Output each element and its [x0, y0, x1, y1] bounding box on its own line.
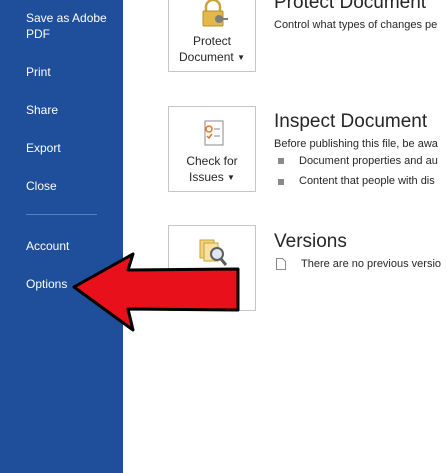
check-button-label-1: Check for	[186, 154, 238, 168]
versions-title: Versions	[274, 231, 347, 252]
inspect-document-description: Before publishing this file, be awa	[274, 138, 438, 150]
lock-key-icon	[202, 0, 228, 27]
checklist-icon	[204, 120, 224, 146]
versions-description: There are no previous versio	[301, 258, 442, 270]
document-magnifier-icon	[199, 239, 228, 266]
nav-options[interactable]: Options	[26, 276, 67, 292]
inspect-bullet-1: Document properties and au	[299, 155, 438, 167]
document-icon	[276, 258, 286, 270]
nav-share[interactable]: Share	[26, 102, 58, 118]
check-for-issues-button[interactable]: Check for Issues ▼	[168, 106, 256, 192]
inspect-bullet-2: Content that people with dis	[299, 175, 435, 187]
protect-document-button[interactable]: Protect Document ▼	[168, 0, 256, 72]
sidebar-divider	[26, 214, 97, 215]
manage-button-label-1: Manage	[190, 273, 234, 287]
info-panel: Protect Document ▼ Protect Document Cont…	[123, 0, 447, 473]
protect-document-title: Protect Document	[274, 0, 427, 13]
nav-save-as-adobe-pdf[interactable]: Save as Adobe PDF	[26, 10, 107, 42]
chevron-down-icon: ▼	[232, 291, 241, 301]
bullet-marker	[278, 179, 284, 185]
manage-versions-button[interactable]: Manage Versions ▼	[168, 225, 256, 311]
backstage-sidebar: Save as Adobe PDF Print Share Export Clo…	[0, 0, 123, 473]
nav-print[interactable]: Print	[26, 64, 51, 80]
protect-button-label-2: Document ▼	[179, 50, 245, 64]
check-button-label-2: Issues ▼	[189, 170, 235, 184]
protect-button-label-1: Protect	[192, 34, 231, 48]
nav-export[interactable]: Export	[26, 140, 61, 156]
manage-button-label-2: Versions ▼	[183, 289, 241, 303]
inspect-document-title: Inspect Document	[274, 111, 428, 132]
bullet-marker	[278, 158, 284, 164]
nav-account[interactable]: Account	[26, 238, 69, 254]
nav-close[interactable]: Close	[26, 178, 57, 194]
chevron-down-icon: ▼	[237, 52, 245, 62]
protect-document-description: Control what types of changes pe	[274, 19, 438, 31]
chevron-down-icon: ▼	[227, 172, 235, 182]
